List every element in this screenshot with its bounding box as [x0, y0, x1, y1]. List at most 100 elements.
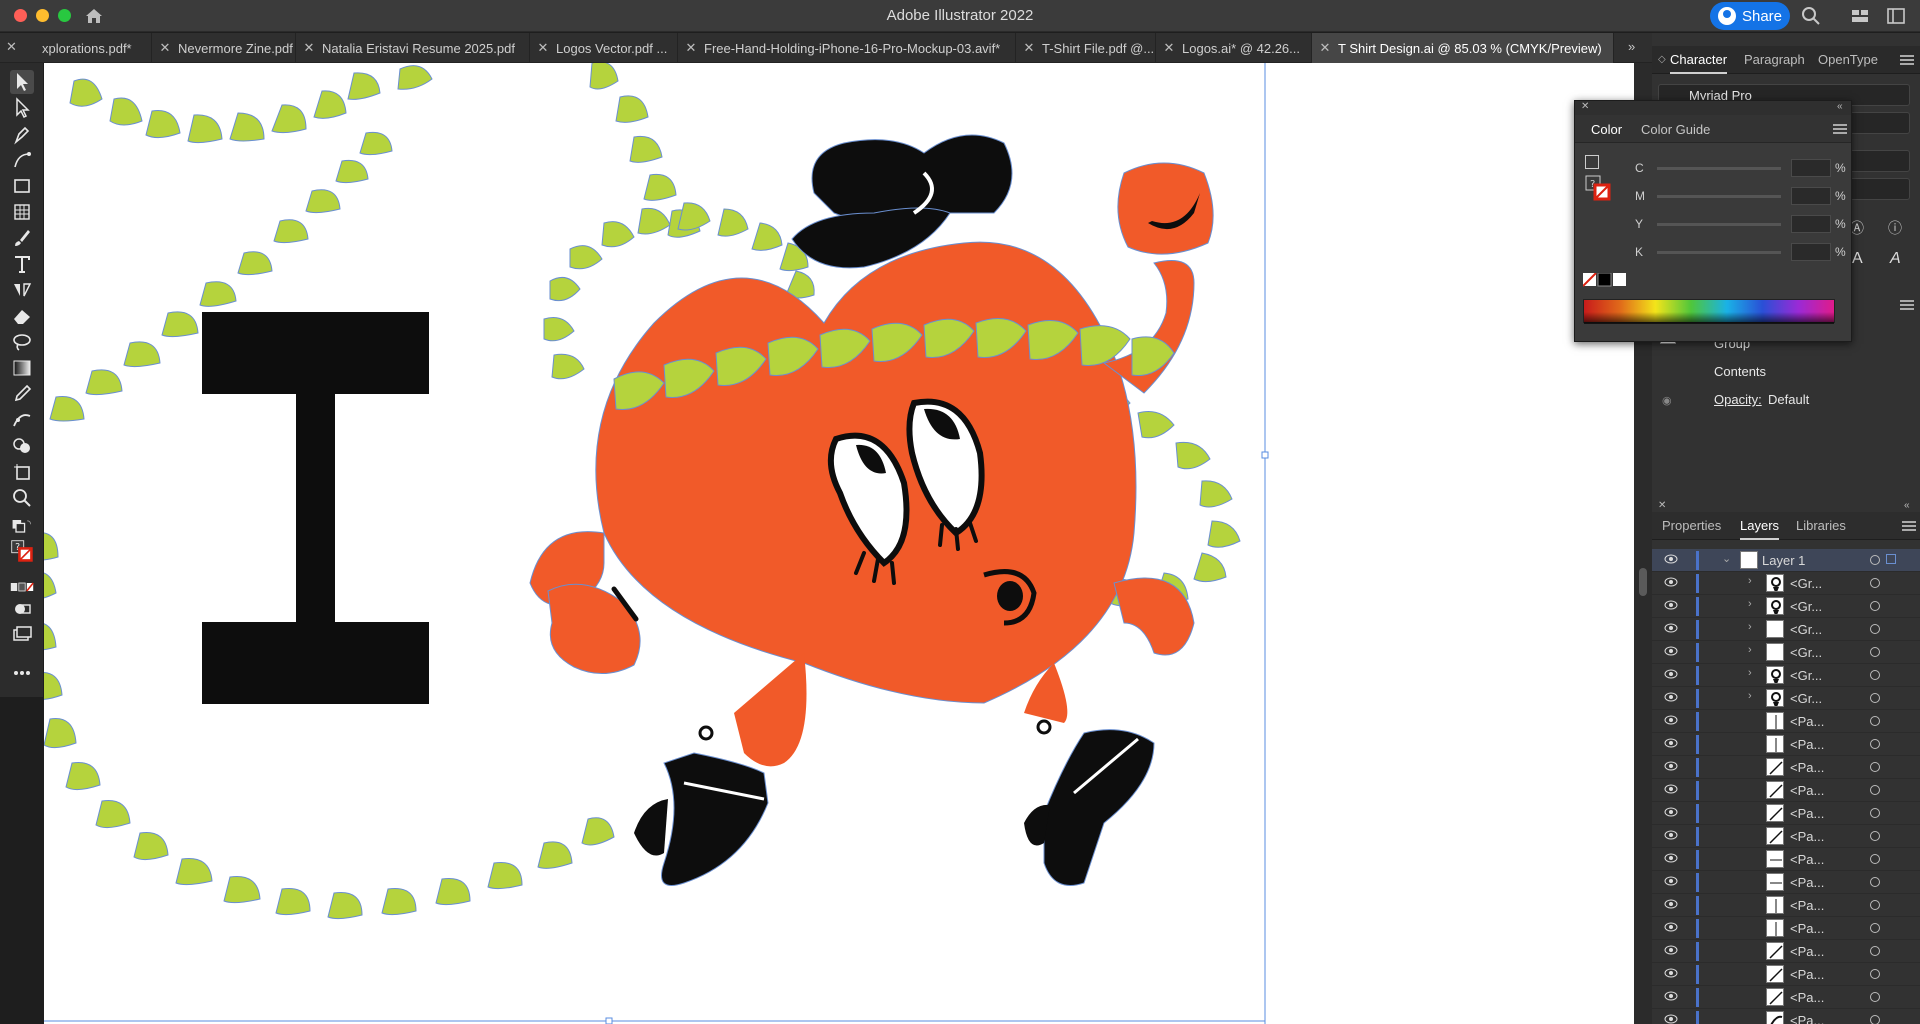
visibility-eye-icon[interactable]	[1664, 899, 1678, 909]
visibility-eye-icon[interactable]	[1664, 692, 1678, 702]
appearance-menu-icon[interactable]	[1900, 300, 1914, 310]
pen-tool-icon[interactable]	[10, 122, 34, 146]
visibility-eye-icon[interactable]	[1664, 991, 1678, 1001]
visibility-eye-icon[interactable]	[1664, 646, 1678, 656]
curvature-tool-icon[interactable]	[10, 148, 34, 172]
visibility-eye-icon[interactable]	[1664, 761, 1678, 771]
visibility-eye-icon[interactable]	[1664, 876, 1678, 886]
direct-selection-tool-icon[interactable]	[10, 96, 34, 120]
layer-row[interactable]: <Pa...	[1652, 848, 1920, 871]
tab-paragraph[interactable]: Paragraph	[1744, 46, 1805, 74]
target-circle-icon[interactable]	[1870, 578, 1880, 588]
layer-row[interactable]: <Pa...	[1652, 825, 1920, 848]
target-circle-icon[interactable]	[1870, 785, 1880, 795]
tab-overflow-chevron-icon[interactable]: »	[1628, 39, 1635, 54]
visibility-eye-icon[interactable]	[1664, 669, 1678, 679]
tab-libraries[interactable]: Libraries	[1796, 512, 1846, 540]
visibility-eye-icon[interactable]	[1664, 600, 1678, 610]
layer-row[interactable]: <Pa...	[1652, 871, 1920, 894]
visibility-eye-icon[interactable]	[1664, 715, 1678, 725]
target-circle-icon[interactable]	[1870, 762, 1880, 772]
layer-row[interactable]: › <Gr...	[1652, 572, 1920, 595]
layer-row[interactable]: › <Gr...	[1652, 618, 1920, 641]
screen-mode-icon[interactable]	[10, 623, 34, 647]
leading-dropdown[interactable]	[1850, 150, 1910, 172]
t-shirt-artwork[interactable]	[44, 63, 1634, 1024]
layer-row[interactable]: <Pa...	[1652, 1009, 1920, 1024]
zoom-tool-icon[interactable]	[10, 486, 34, 510]
type-tool-icon[interactable]	[10, 252, 34, 276]
target-circle-icon[interactable]	[1870, 716, 1880, 726]
selection-square-icon[interactable]	[1886, 554, 1896, 564]
chevron-right-icon[interactable]: ›	[1748, 644, 1752, 656]
eyedropper-tool-icon[interactable]	[10, 382, 34, 406]
target-circle-icon[interactable]	[1870, 739, 1880, 749]
tab-properties[interactable]: Properties	[1662, 512, 1721, 540]
layer-row[interactable]: <Pa...	[1652, 802, 1920, 825]
paintbrush-tool-icon[interactable]	[10, 226, 34, 250]
layer-row-layer-1[interactable]: ⌄ Layer 1	[1652, 549, 1920, 572]
visibility-eye-icon[interactable]	[1664, 623, 1678, 633]
layer-row[interactable]: <Pa...	[1652, 986, 1920, 1009]
visibility-eye-icon[interactable]	[1664, 922, 1678, 932]
target-circle-icon[interactable]	[1870, 624, 1880, 634]
fill-stroke-swatch[interactable]: ?	[1585, 175, 1611, 201]
info-icon[interactable]: ⓘ	[1888, 218, 1902, 238]
target-circle-icon[interactable]	[1870, 670, 1880, 680]
grid-tool-icon[interactable]	[10, 200, 34, 224]
panel-toggle-icon[interactable]	[1886, 6, 1906, 26]
layer-row[interactable]: <Pa...	[1652, 894, 1920, 917]
tracking-dropdown[interactable]	[1850, 178, 1910, 200]
more-tools-icon[interactable]	[10, 661, 34, 685]
target-circle-icon[interactable]	[1870, 601, 1880, 611]
tab-opentype[interactable]: OpenType	[1818, 46, 1878, 74]
tab-close-icon[interactable]: ✕	[1318, 40, 1332, 56]
opacity-label[interactable]: Opacity:	[1714, 392, 1762, 407]
layer-row[interactable]: <Pa...	[1652, 940, 1920, 963]
tab-color[interactable]: Color	[1591, 122, 1622, 137]
default-colors-icon[interactable]	[1585, 155, 1599, 169]
color-spectrum-bar[interactable]	[1583, 299, 1835, 324]
layers-collapse-icon[interactable]: «	[1904, 500, 1910, 511]
target-circle-icon[interactable]	[1870, 1015, 1880, 1024]
chevron-right-icon[interactable]: ›	[1748, 598, 1752, 610]
selection-tool-icon[interactable]	[10, 70, 34, 94]
visibility-eye-icon[interactable]	[1664, 945, 1678, 955]
fill-stroke-indicator-icon[interactable]: ?	[10, 539, 38, 567]
chevron-right-icon[interactable]: ›	[1748, 667, 1752, 679]
heart-character[interactable]	[529, 134, 1214, 886]
layer-row[interactable]: › <Gr...	[1652, 595, 1920, 618]
layers-menu-icon[interactable]	[1902, 521, 1916, 531]
color-panel-header[interactable]: ✕ «	[1575, 101, 1851, 115]
target-circle-icon[interactable]	[1870, 693, 1880, 703]
target-circle-icon[interactable]	[1870, 831, 1880, 841]
artboard-tool-icon[interactable]	[10, 460, 34, 484]
target-circle-icon[interactable]	[1870, 555, 1880, 565]
tab-logos-vector[interactable]: ✕ Logos Vector.pdf ...	[530, 33, 678, 63]
tab-close-icon[interactable]: ✕	[684, 40, 698, 56]
puppet-warp-tool-icon[interactable]	[10, 408, 34, 432]
layer-row[interactable]: <Pa...	[1652, 710, 1920, 733]
tab-tshirt-file[interactable]: ✕ T-Shirt File.pdf @...	[1016, 33, 1156, 63]
target-circle-icon[interactable]	[1870, 923, 1880, 933]
contents-label[interactable]: Contents	[1714, 364, 1766, 379]
tab-layers[interactable]: Layers	[1740, 512, 1780, 540]
visibility-eye-icon[interactable]	[1664, 738, 1678, 748]
all-caps-icon[interactable]: A	[1852, 250, 1863, 268]
layer-row[interactable]: <Pa...	[1652, 963, 1920, 986]
color-mode-icons[interactable]	[10, 575, 40, 592]
tab-close-icon[interactable]: ✕	[302, 40, 316, 56]
visibility-eye-icon[interactable]	[1664, 554, 1678, 564]
layer-row[interactable]: › <Gr...	[1652, 641, 1920, 664]
color-panel-close-icon[interactable]: ✕	[1581, 101, 1589, 112]
cyan-slider-row[interactable]: C%	[1635, 159, 1846, 177]
tab-close-icon[interactable]: ✕	[158, 40, 172, 56]
magenta-input[interactable]	[1791, 187, 1831, 205]
rectangle-tool-icon[interactable]	[10, 174, 34, 198]
tab-close-icon[interactable]: ✕	[536, 40, 550, 56]
target-circle-icon[interactable]	[1870, 808, 1880, 818]
collapse-icon[interactable]: ◇	[1658, 54, 1666, 65]
layer-row[interactable]: › <Gr...	[1652, 687, 1920, 710]
font-style-dropdown[interactable]	[1850, 112, 1910, 134]
tab-color-guide[interactable]: Color Guide	[1641, 122, 1710, 137]
